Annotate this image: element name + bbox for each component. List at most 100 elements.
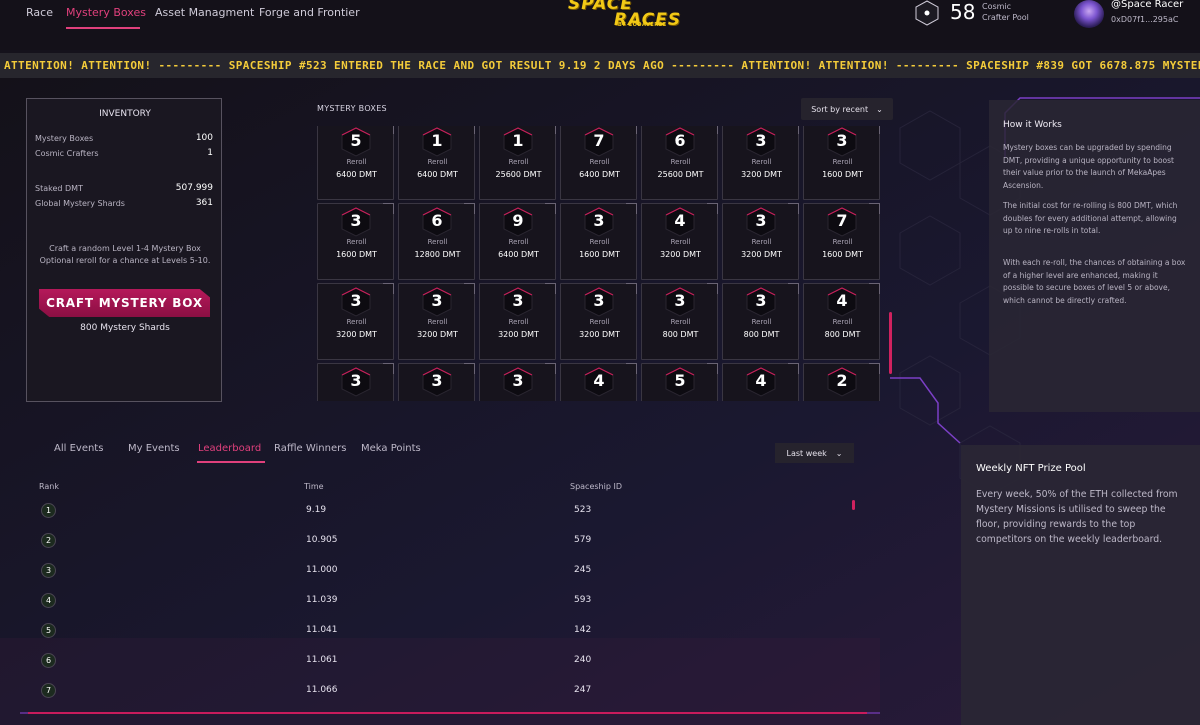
mystery-box-card[interactable]: 1 Reroll 25600 DMT — [479, 126, 556, 200]
nav-link-race[interactable]: Race — [26, 6, 53, 19]
box-reroll-label[interactable]: Reroll — [642, 238, 719, 246]
sort-dropdown[interactable]: Sort by recent ⌄ — [801, 98, 893, 120]
box-reroll-label[interactable]: Reroll — [723, 238, 800, 246]
box-reroll-label[interactable]: Reroll — [399, 158, 476, 166]
mystery-box-card[interactable]: 3 Reroll 3200 DMT — [560, 283, 637, 360]
box-reroll-label[interactable]: Reroll — [642, 158, 719, 166]
box-reroll-label[interactable]: Reroll — [480, 158, 557, 166]
table-row[interactable]: 2 10.905 579 — [0, 533, 900, 553]
box-level: 3 — [674, 291, 686, 310]
mystery-box-card[interactable]: 3 Reroll 800 DMT — [641, 283, 718, 360]
box-reroll-label[interactable]: Reroll — [480, 238, 557, 246]
mystery-box-card[interactable]: 3 Reroll 3200 DMT — [317, 283, 394, 360]
nav-link-mystery-boxes[interactable]: Mystery Boxes — [66, 6, 146, 19]
craft-mystery-box-button[interactable]: CRAFT MYSTERY BOX — [39, 289, 210, 317]
mystery-box-card[interactable]: 3 Reroll 3200 DMT — [722, 126, 799, 200]
rank-badge: 4 — [41, 593, 56, 608]
mystery-box-card[interactable]: 3 — [479, 363, 556, 401]
box-reroll-label[interactable]: Reroll — [804, 318, 881, 326]
box-reroll-label[interactable]: Reroll — [318, 158, 395, 166]
box-reroll-label[interactable]: Reroll — [561, 158, 638, 166]
box-reroll-label[interactable]: Reroll — [318, 318, 395, 326]
tab-leaderboard[interactable]: Leaderboard — [198, 443, 261, 454]
cosmic-crafters-label: Cosmic Crafters — [35, 149, 99, 158]
tab-raffle-winners[interactable]: Raffle Winners — [274, 443, 346, 454]
nav-link-asset-management[interactable]: Asset Managment — [155, 6, 254, 19]
box-level: 4 — [674, 211, 686, 230]
box-reroll-cost: 1600 DMT — [336, 250, 377, 259]
mystery-box-card[interactable]: 4 — [722, 363, 799, 401]
mystery-box-card[interactable]: 2 — [803, 363, 880, 401]
mystery-box-card[interactable]: 3 Reroll 3200 DMT — [722, 203, 799, 280]
mystery-box-card[interactable]: 3 Reroll 3200 DMT — [398, 283, 475, 360]
mystery-box-card[interactable]: 4 Reroll 3200 DMT — [641, 203, 718, 280]
mystery-box-card[interactable]: 5 — [641, 363, 718, 401]
row-spaceship-id: 142 — [574, 625, 592, 635]
box-reroll-label[interactable]: Reroll — [561, 318, 638, 326]
inventory-panel: INVENTORY Mystery Boxes 100 Cosmic Craft… — [26, 98, 222, 402]
row-time: 10.905 — [306, 535, 338, 545]
box-level: 1 — [512, 131, 524, 150]
box-level-hex-icon: 4 — [744, 367, 778, 397]
row-spaceship-id: 240 — [574, 655, 592, 665]
table-row[interactable]: 1 9.19 523 — [0, 503, 900, 523]
box-reroll-label[interactable]: Reroll — [399, 318, 476, 326]
box-level: 4 — [755, 371, 767, 390]
tab-all-events[interactable]: All Events — [54, 443, 103, 454]
box-reroll-label[interactable]: Reroll — [642, 318, 719, 326]
user-wallet-address[interactable]: 0xD07f1...295aC — [1111, 15, 1178, 24]
box-level: 3 — [512, 291, 524, 310]
table-row[interactable]: 5 11.041 142 — [0, 623, 900, 643]
table-row[interactable]: 7 11.066 247 — [0, 683, 900, 703]
box-reroll-label[interactable]: Reroll — [804, 158, 881, 166]
mystery-box-card[interactable]: 3 — [317, 363, 394, 401]
mystery-box-card[interactable]: 3 — [398, 363, 475, 401]
mystery-box-card[interactable]: 7 Reroll 6400 DMT — [560, 126, 637, 200]
box-level: 1 — [431, 131, 443, 150]
mystery-box-card[interactable]: 3 Reroll 1600 DMT — [560, 203, 637, 280]
mystery-box-card[interactable]: 3 Reroll 1600 DMT — [317, 203, 394, 280]
mystery-box-card[interactable]: 4 Reroll 800 DMT — [803, 283, 880, 360]
row-time: 11.000 — [306, 565, 338, 575]
mystery-box-card[interactable]: 3 Reroll 800 DMT — [722, 283, 799, 360]
mystery-box-card[interactable]: 3 Reroll 1600 DMT — [803, 126, 880, 200]
box-reroll-label[interactable]: Reroll — [804, 238, 881, 246]
box-reroll-cost: 1600 DMT — [822, 170, 863, 179]
mystery-box-card[interactable]: 4 — [560, 363, 637, 401]
mystery-box-card[interactable]: 3 Reroll 3200 DMT — [479, 283, 556, 360]
leaderboard-scrollbar[interactable] — [852, 500, 855, 510]
box-reroll-cost: 3200 DMT — [741, 170, 782, 179]
mystery-boxes-label: Mystery Boxes — [35, 134, 94, 143]
table-row[interactable]: 6 11.061 240 — [0, 653, 900, 673]
box-level-hex-icon: 3 — [420, 367, 454, 397]
mystery-box-grid: 5 Reroll 6400 DMT 1 Reroll 6400 DMT 1 Reroll 256… — [317, 126, 887, 401]
mystery-box-card[interactable]: 7 Reroll 1600 DMT — [803, 203, 880, 280]
box-reroll-label[interactable]: Reroll — [480, 318, 557, 326]
box-reroll-label[interactable]: Reroll — [399, 238, 476, 246]
table-row[interactable]: 3 11.000 245 — [0, 563, 900, 583]
mystery-box-card[interactable]: 5 Reroll 6400 DMT — [317, 126, 394, 200]
tab-meka-points[interactable]: Meka Points — [361, 443, 421, 454]
space-races-logo[interactable]: SPACE RACES BY CODAVERSE — [562, 0, 680, 30]
column-header-time: Time — [304, 482, 324, 491]
box-reroll-label[interactable]: Reroll — [561, 238, 638, 246]
mystery-box-card[interactable]: 9 Reroll 6400 DMT — [479, 203, 556, 280]
box-level: 3 — [755, 291, 767, 310]
tab-my-events[interactable]: My Events — [128, 443, 180, 454]
mystery-box-card[interactable]: 6 Reroll 25600 DMT — [641, 126, 718, 200]
user-name[interactable]: @Space Racer — [1111, 0, 1183, 10]
user-avatar[interactable] — [1074, 0, 1104, 28]
time-range-dropdown[interactable]: Last week ⌄ — [775, 443, 854, 463]
mystery-box-card[interactable]: 1 Reroll 6400 DMT — [398, 126, 475, 200]
box-reroll-cost: 6400 DMT — [336, 170, 377, 179]
box-reroll-label[interactable]: Reroll — [318, 238, 395, 246]
nav-link-forge-and-frontier[interactable]: Forge and Frontier — [259, 6, 360, 19]
sort-label: Sort by recent — [811, 104, 869, 114]
box-reroll-cost: 6400 DMT — [498, 250, 539, 259]
mystery-box-scrollbar[interactable] — [889, 312, 892, 374]
mystery-boxes-title: MYSTERY BOXES — [317, 104, 387, 113]
mystery-box-card[interactable]: 6 Reroll 12800 DMT — [398, 203, 475, 280]
box-reroll-label[interactable]: Reroll — [723, 318, 800, 326]
box-reroll-label[interactable]: Reroll — [723, 158, 800, 166]
table-row[interactable]: 4 11.039 593 — [0, 593, 900, 613]
